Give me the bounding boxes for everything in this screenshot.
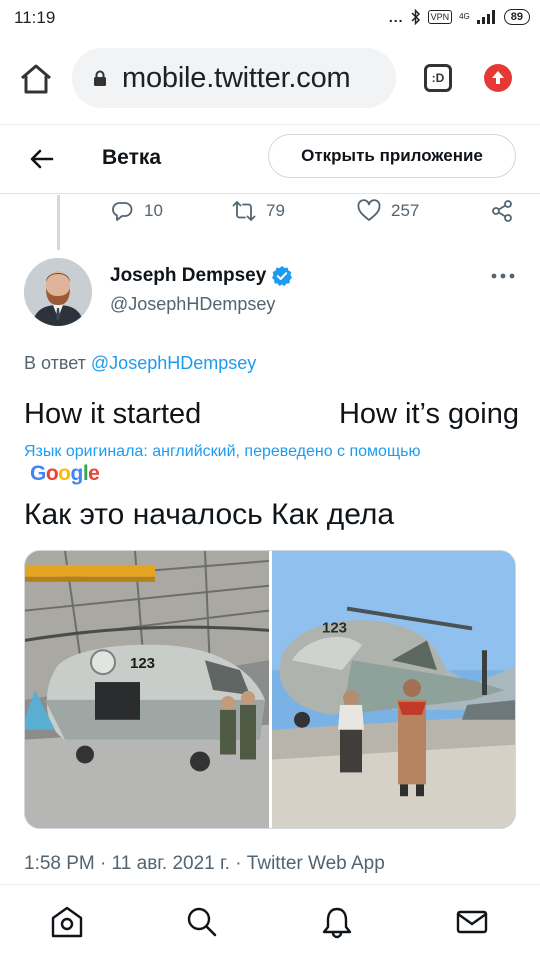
reply-context: В ответ @JosephHDempsey xyxy=(24,353,256,374)
home-icon[interactable] xyxy=(18,62,54,96)
tweet-media: 123 123 xyxy=(24,550,516,829)
reply-icon xyxy=(112,202,133,221)
status-dots: ... xyxy=(388,9,404,25)
signal-icon xyxy=(476,10,495,24)
author-name[interactable]: Joseph Dempsey xyxy=(110,265,293,287)
share-icon xyxy=(492,200,512,222)
status-icons: ... VPN 4G 89 xyxy=(389,7,530,27)
avatar[interactable] xyxy=(24,258,92,326)
tabs-icon[interactable]: :D xyxy=(424,64,452,92)
browser-toolbar: mobile.twitter.com :D xyxy=(0,34,540,124)
translation-note[interactable]: Язык оригинала: английский, переведено с… xyxy=(24,443,420,461)
share-action[interactable] xyxy=(490,199,514,223)
back-arrow-icon[interactable] xyxy=(28,145,56,173)
tweet-text-right: How it’s going xyxy=(338,398,519,430)
twitter-header: Ветка Открыть приложение xyxy=(0,124,540,194)
messages-envelope-icon[interactable] xyxy=(455,905,489,939)
translated-tweet-text: Как это началось Как дела xyxy=(24,498,395,531)
reply-prefix: В ответ xyxy=(24,353,86,373)
home-icon[interactable] xyxy=(50,905,84,939)
notifications-bell-icon[interactable] xyxy=(320,905,354,939)
google-letter: e xyxy=(88,462,100,485)
author-handle[interactable]: @JosephHDempsey xyxy=(110,294,275,315)
verified-badge-icon xyxy=(272,266,293,286)
update-icon[interactable] xyxy=(484,64,512,92)
tweet-timestamp[interactable]: 1:58 PM · 11 авг. 2021 г. · Twitter Web … xyxy=(24,853,385,875)
lock-icon xyxy=(94,70,106,86)
google-letter: o xyxy=(58,462,71,485)
search-icon[interactable] xyxy=(185,905,219,939)
like-count: 257 xyxy=(391,201,420,220)
battery-indicator: 89 xyxy=(503,9,530,25)
helicopter-number-right: 123 xyxy=(322,619,347,636)
helicopter-number-left: 123 xyxy=(130,655,155,672)
google-letter: G xyxy=(30,462,46,485)
like-action[interactable]: 257 xyxy=(357,199,419,223)
bluetooth-icon xyxy=(411,9,420,25)
open-app-button[interactable]: Открыть приложение xyxy=(268,134,516,178)
thread-connector xyxy=(57,195,60,250)
google-letter: g xyxy=(70,462,84,485)
bottom-navigation xyxy=(0,884,540,961)
retweet-action[interactable]: 79 xyxy=(232,199,285,223)
reply-handle-link[interactable]: @JosephHDempsey xyxy=(91,353,256,373)
address-bar[interactable]: mobile.twitter.com xyxy=(72,48,396,108)
more-options-icon[interactable] xyxy=(490,272,516,280)
tweet-text-left: How it started xyxy=(24,398,202,430)
page-title: Ветка xyxy=(102,146,162,169)
retweet-icon xyxy=(232,201,256,221)
url-text: mobile.twitter.com xyxy=(122,62,351,94)
google-logo: Google xyxy=(30,462,100,486)
reply-count: 10 xyxy=(144,201,163,220)
status-time: 11:19 xyxy=(14,8,56,27)
author-name-text: Joseph Dempsey xyxy=(110,265,267,286)
network-type: 4G xyxy=(459,12,470,21)
retweet-count: 79 xyxy=(266,201,285,220)
vpn-badge: VPN xyxy=(427,10,453,24)
google-letter: o xyxy=(45,462,59,485)
status-bar: 11:19 ... VPN 4G 89 xyxy=(0,0,540,34)
airfield-helicopter-image[interactable]: 123 xyxy=(272,551,516,828)
reply-action[interactable]: 10 xyxy=(110,199,163,223)
heart-icon xyxy=(357,199,381,221)
hangar-helicopter-image[interactable]: 123 xyxy=(25,551,269,828)
